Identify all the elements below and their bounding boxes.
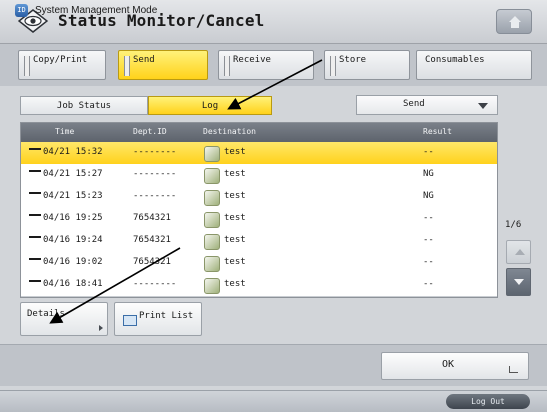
tab-label: Consumables [425, 55, 485, 65]
tab-receive[interactable]: Receive [218, 50, 314, 80]
scroll-down-button[interactable] [506, 268, 531, 296]
tab-copy-print[interactable]: Copy/Print [18, 50, 106, 80]
job-marker-icon [29, 170, 41, 172]
tab-indicator [24, 56, 30, 76]
row-time: 04/21 15:27 [43, 169, 103, 179]
job-marker-icon [29, 258, 41, 260]
column-header-time: Time [55, 127, 75, 136]
row-dept-id: -------- [133, 169, 177, 179]
chevron-up-icon [515, 249, 525, 255]
tab-indicator [124, 56, 130, 76]
row-time: 04/16 19:25 [43, 213, 103, 223]
tab-label: Store [339, 55, 367, 65]
row-result: -- [423, 235, 434, 245]
row-destination: test [224, 235, 246, 245]
address-book-icon [204, 190, 220, 206]
table-row[interactable]: 04/16 19:24 7654321 test -- [21, 230, 497, 253]
chevron-down-icon [478, 103, 488, 109]
button-label: Print List [139, 311, 194, 321]
address-book-icon [204, 256, 220, 272]
row-result: -- [423, 257, 434, 267]
row-result: -- [423, 213, 434, 223]
row-time: 04/16 19:02 [43, 257, 103, 267]
table-row[interactable]: 04/21 15:32 -------- test -- [21, 142, 497, 165]
tab-store[interactable]: Store [324, 50, 410, 80]
tab-consumables[interactable]: Consumables [416, 50, 532, 80]
row-dept-id: 7654321 [133, 257, 171, 267]
job-marker-icon [29, 280, 41, 282]
column-header-dept-id: Dept.ID [133, 127, 167, 136]
scroll-up-button[interactable] [506, 240, 531, 264]
row-dept-id: 7654321 [133, 235, 171, 245]
button-label: Log Out [471, 397, 505, 406]
job-marker-icon [29, 148, 41, 150]
page-indicator: 1/6 [505, 220, 522, 230]
tab-label: Log [201, 101, 219, 111]
tab-log[interactable]: Log [148, 96, 272, 115]
submenu-arrow-icon [99, 325, 103, 331]
tab-job-status[interactable]: Job Status [20, 96, 148, 115]
details-button[interactable]: Details [20, 302, 108, 336]
print-list-button[interactable]: Print List [114, 302, 202, 336]
column-header-destination: Destination [203, 127, 256, 136]
row-time: 04/21 15:32 [43, 147, 103, 157]
tab-indicator [330, 56, 336, 76]
row-destination: test [224, 191, 246, 201]
table-row[interactable]: 04/21 15:27 -------- test NG [21, 164, 497, 187]
ok-button[interactable]: OK [381, 352, 529, 380]
row-result: NG [423, 191, 434, 201]
return-arrow-icon [509, 366, 518, 373]
chevron-down-icon [514, 279, 524, 285]
logout-button[interactable]: Log Out [446, 394, 530, 409]
job-marker-icon [29, 192, 41, 194]
row-dept-id: -------- [133, 147, 177, 157]
system-mode-icon: ID [15, 4, 28, 17]
row-time: 04/16 19:24 [43, 235, 103, 245]
table-row[interactable]: 04/21 15:23 -------- test NG [21, 186, 497, 209]
address-book-icon [204, 168, 220, 184]
row-destination: test [224, 279, 246, 289]
row-result: -- [423, 279, 434, 289]
tab-indicator [224, 56, 230, 76]
button-label: Details [27, 309, 65, 319]
job-marker-icon [29, 236, 41, 238]
column-header-result: Result [423, 127, 452, 136]
home-icon [509, 16, 521, 28]
table-row[interactable]: 04/16 19:25 7654321 test -- [21, 208, 497, 231]
tab-label: Job Status [56, 101, 112, 111]
row-time: 04/21 15:23 [43, 191, 103, 201]
table-header: Time Dept.ID Destination Result [21, 123, 497, 142]
job-marker-icon [29, 214, 41, 216]
row-dept-id: -------- [133, 191, 177, 201]
tab-send[interactable]: Send [118, 50, 208, 80]
address-book-icon [204, 278, 220, 294]
row-destination: test [224, 147, 246, 157]
log-table: Time Dept.ID Destination Result 04/21 15… [20, 122, 498, 298]
address-book-icon [204, 212, 220, 228]
row-result: NG [423, 169, 434, 179]
table-row[interactable]: 04/16 19:02 7654321 test -- [21, 252, 497, 275]
tab-label: Send [133, 55, 155, 65]
system-mode-text: System Management Mode [35, 5, 158, 16]
tab-label: Copy/Print [33, 55, 88, 65]
button-label: OK [442, 359, 455, 370]
row-destination: test [224, 169, 246, 179]
address-book-icon [204, 234, 220, 250]
row-result: -- [423, 147, 434, 157]
address-book-icon [204, 146, 220, 162]
home-button[interactable] [496, 9, 532, 34]
printer-icon [123, 315, 137, 326]
row-destination: test [224, 257, 246, 267]
row-destination: test [224, 213, 246, 223]
tab-label: Receive [233, 55, 271, 65]
row-dept-id: 7654321 [133, 213, 171, 223]
table-row[interactable]: 04/16 18:41 -------- test -- [21, 274, 497, 297]
row-dept-id: -------- [133, 279, 177, 289]
select-value: Send [403, 99, 425, 109]
row-time: 04/16 18:41 [43, 279, 103, 289]
job-type-select[interactable]: Send [356, 95, 498, 115]
